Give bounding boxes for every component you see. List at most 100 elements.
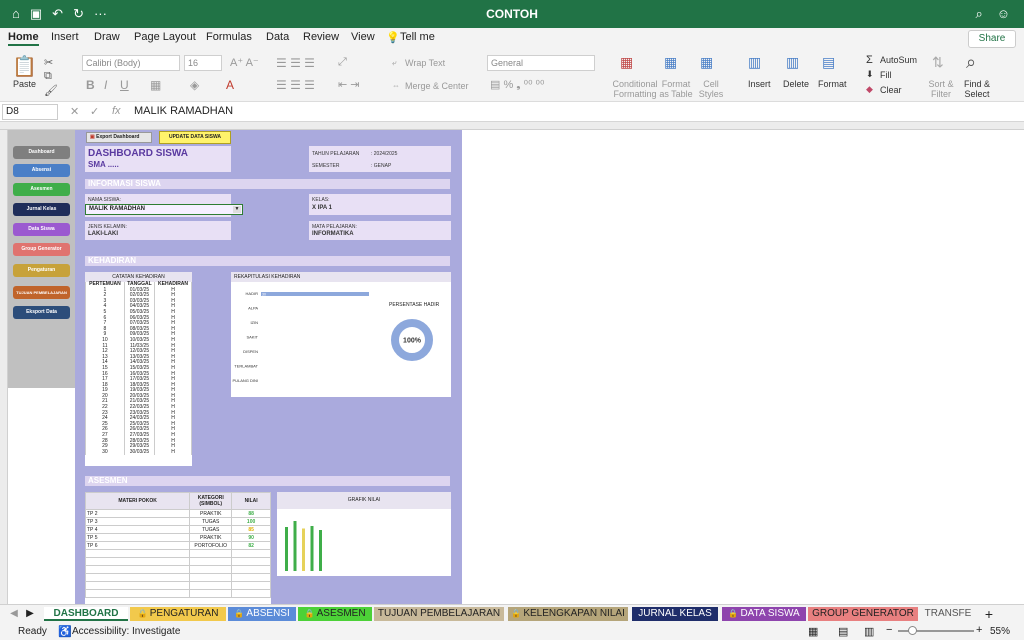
fx-icon[interactable]: fx xyxy=(112,105,121,117)
format-button[interactable]: Format xyxy=(818,79,847,89)
asm-empty-cell xyxy=(189,565,233,574)
conditional-formatting-button[interactable]: Conditional Formatting xyxy=(612,79,658,99)
export-dashboard-button[interactable]: ▣ Export Dashboard xyxy=(86,132,152,143)
asm-empty-cell xyxy=(231,565,271,574)
sheet-tab[interactable]: DASHBOARD xyxy=(44,607,128,621)
borders-icon[interactable]: ▦ xyxy=(150,78,161,92)
tab-view[interactable]: View xyxy=(351,31,375,43)
prev-sheet-icon[interactable]: ◀ xyxy=(8,607,20,621)
font-grow-icon[interactable]: A⁺ A⁻ xyxy=(230,56,259,69)
user-icon[interactable]: ☺ xyxy=(997,6,1010,22)
font-color-icon[interactable]: A xyxy=(226,78,234,92)
school-name: SMA ..... xyxy=(88,160,119,169)
autosum-button[interactable]: AutoSum xyxy=(880,55,917,65)
page-layout-icon[interactable]: ▤ xyxy=(838,625,848,638)
orientation-icon[interactable]: ⤢ xyxy=(338,56,347,69)
dropdown-arrow-icon[interactable]: ▼ xyxy=(233,206,241,213)
insert-cells-icon[interactable]: ▥ xyxy=(748,54,761,71)
zoom-level[interactable]: 55% xyxy=(990,626,1010,637)
sheet-tab[interactable]: 🔒 ASESMEN xyxy=(298,607,372,621)
fill-button[interactable]: Fill xyxy=(880,70,892,80)
currency-icon[interactable]: ▤ % ❟ ⁰⁰ ⁰⁰ xyxy=(490,78,544,92)
tab-page-layout[interactable]: Page Layout xyxy=(134,31,196,43)
cancel-icon[interactable]: ✕ xyxy=(70,105,79,118)
format-table-icon[interactable]: ▦ xyxy=(664,54,677,71)
clipboard-icon[interactable]: 📋 xyxy=(12,54,37,79)
sheet-tab[interactable]: 🔒 PENGATURAN xyxy=(130,607,226,621)
name-box[interactable]: D8 xyxy=(2,104,58,120)
sort-filter-icon[interactable]: ⇅ xyxy=(932,54,944,71)
tab-review[interactable]: Review xyxy=(303,31,339,43)
grafik-panel: GRAFIK NILAI xyxy=(277,492,451,576)
normal-view-icon[interactable]: ▦ xyxy=(808,625,818,638)
underline-icon[interactable]: U xyxy=(120,78,129,92)
indent-icon[interactable]: ⇤ ⇥ xyxy=(338,78,360,91)
next-sheet-icon[interactable]: ▶ xyxy=(24,607,36,621)
tab-home[interactable]: Home xyxy=(8,31,39,46)
merge-center-button[interactable]: Merge & Center xyxy=(405,81,469,91)
conditional-formatting-icon[interactable]: ▦ xyxy=(620,54,633,71)
sheet-tab[interactable]: TUJUAN PEMBELAJARAN xyxy=(374,607,504,621)
sheet-tab[interactable]: GROUP GENERATOR xyxy=(808,607,918,621)
wrap-text-button[interactable]: Wrap Text xyxy=(405,58,445,68)
tell-me[interactable]: Tell me xyxy=(400,31,435,43)
align-left-icon[interactable]: ☰ ☰ ☰ xyxy=(276,78,315,92)
zoom-slider[interactable] xyxy=(898,626,974,635)
align-top-icon[interactable]: ☰ ☰ ☰ xyxy=(276,56,315,70)
tab-insert[interactable]: Insert xyxy=(51,31,79,43)
nav-tujuan-pembelajaran-button[interactable]: TUJUAN PEMBELAJARAN xyxy=(13,286,70,299)
font-name-select[interactable]: Calibri (Body) xyxy=(82,55,180,71)
find-icon[interactable]: ⌕ xyxy=(966,52,976,73)
page-break-icon[interactable]: ▥ xyxy=(864,625,874,638)
search-icon[interactable]: ⌕ xyxy=(975,6,982,22)
nav-jurnal-kelas-button[interactable]: Jurnal Kelas xyxy=(13,203,70,216)
nav-data-siswa-button[interactable]: Data Siswa xyxy=(13,223,70,236)
confirm-icon[interactable]: ✓ xyxy=(90,105,99,118)
asesmen-panel: MATERI POKOK KATEGORI (SIMBOL) NILAI TP … xyxy=(84,492,271,604)
nav-group-generator-button[interactable]: Group Generator xyxy=(13,243,70,256)
clear-button[interactable]: Clear xyxy=(880,85,902,95)
asm-empty-cell xyxy=(189,573,233,582)
zoom-out-icon[interactable]: − xyxy=(886,624,892,636)
nav-asesmen-button[interactable]: Asesmen xyxy=(13,183,70,196)
sheet-tab[interactable]: TRANSFE xyxy=(920,607,976,621)
sheet-tab[interactable]: JURNAL KELAS xyxy=(632,607,718,621)
sort-filter-button[interactable]: Sort & Filter xyxy=(926,79,956,99)
sheet-tab-label: TRANSFE xyxy=(924,608,972,619)
nav-absensi-button[interactable]: Absensi xyxy=(13,164,70,177)
nav-pengaturan-button[interactable]: Pengaturan xyxy=(13,264,70,277)
nama-siswa-select[interactable]: MALIK RAMADHAN ▼ xyxy=(85,204,243,215)
italic-icon[interactable]: I xyxy=(104,78,107,92)
fill-color-icon[interactable]: ◈ xyxy=(190,78,199,92)
format-painter-icon[interactable]: 🖌 xyxy=(44,84,58,97)
tab-formulas[interactable]: Formulas xyxy=(206,31,252,43)
sheet-tab[interactable]: 🔒 DATA SISWA xyxy=(722,607,806,621)
number-format-select[interactable]: General xyxy=(487,55,595,71)
delete-button[interactable]: Delete xyxy=(783,79,809,89)
nav-eksport-data-button[interactable]: Eksport Data xyxy=(13,306,70,319)
cut-icon[interactable]: ✂ xyxy=(44,56,53,69)
accessibility-status[interactable]: Accessibility: Investigate xyxy=(72,626,180,637)
tab-data[interactable]: Data xyxy=(266,31,289,43)
nav-dashboard-button[interactable]: Dashboard xyxy=(13,146,70,159)
delete-cells-icon[interactable]: ▥ xyxy=(786,54,799,71)
share-button[interactable]: Share xyxy=(968,30,1016,48)
update-data-siswa-button[interactable]: UPDATE DATA SISWA xyxy=(159,131,231,144)
sheet-tab[interactable]: 🔒 ABSENSI xyxy=(228,607,296,621)
cell-styles-icon[interactable]: ▦ xyxy=(700,54,713,71)
tab-draw[interactable]: Draw xyxy=(94,31,120,43)
font-size-select[interactable]: 16 xyxy=(184,55,222,71)
format-as-table-button[interactable]: Format as Table xyxy=(656,79,696,99)
add-sheet-icon[interactable]: + xyxy=(980,607,998,621)
format-cells-icon[interactable]: ▤ xyxy=(822,54,835,71)
find-select-button[interactable]: Find & Select xyxy=(960,79,994,99)
bold-icon[interactable]: B xyxy=(86,78,95,92)
formula-input[interactable]: MALIK RAMADHAN xyxy=(134,105,233,117)
cell-styles-button[interactable]: Cell Styles xyxy=(696,79,726,99)
paste-button[interactable]: Paste xyxy=(13,79,36,89)
copy-icon[interactable]: ⧉ xyxy=(44,70,52,83)
zoom-slider-thumb[interactable] xyxy=(908,626,917,635)
zoom-in-icon[interactable]: + xyxy=(976,624,982,636)
insert-button[interactable]: Insert xyxy=(748,79,771,89)
sheet-tab[interactable]: 🔒 KELENGKAPAN NILAI xyxy=(508,607,628,621)
